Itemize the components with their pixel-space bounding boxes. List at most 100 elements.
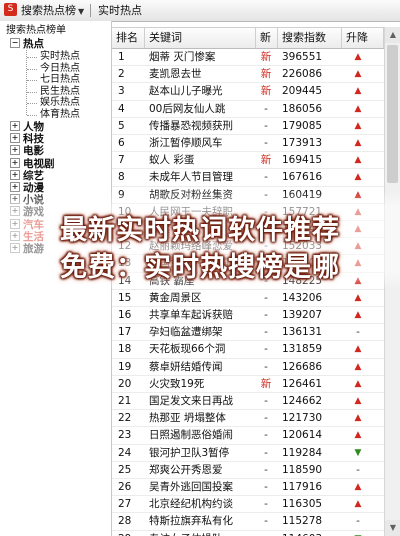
- rank-cell: 8: [118, 171, 125, 184]
- tree-item-hot-6[interactable]: 体育热点: [40, 109, 80, 121]
- table-row[interactable]: 28 特斯拉旗弃私有化 - 115278 -: [112, 513, 400, 531]
- keyword-cell: 共享单车起诉获赔: [149, 309, 233, 321]
- tree-category-4[interactable]: + 电视剧: [10, 157, 55, 170]
- table-row[interactable]: 26 吴青外逃回国投案 - 117916 ▲: [112, 479, 400, 497]
- trend-up-icon: ▲: [354, 396, 362, 406]
- keyword-cell: 北京经纪机构约谈: [149, 498, 233, 511]
- expand-icon[interactable]: +: [10, 121, 20, 131]
- tree-item-hot-1[interactable]: 实时热点: [40, 51, 80, 63]
- table-row[interactable]: 23 日照遏制恶俗婚闹 - 120614 ▲: [112, 427, 400, 445]
- collapse-icon[interactable]: −: [10, 38, 20, 48]
- table-row[interactable]: 19 蔡卓妍结婚传闻 - 126686 ▲: [112, 359, 400, 376]
- tree-group-hot[interactable]: − 热点: [10, 38, 44, 50]
- tree-connector: [27, 114, 37, 116]
- header-rank[interactable]: 排名: [112, 28, 145, 48]
- tree-category-1[interactable]: + 人物: [10, 121, 44, 133]
- search-index-cell: 173913: [282, 137, 323, 149]
- expand-icon[interactable]: +: [10, 169, 20, 180]
- tree-root[interactable]: 搜索热点榜单: [6, 25, 66, 37]
- header-new[interactable]: 新: [256, 28, 278, 48]
- table-row[interactable]: 6 浙江暂停顺风车 - 173913 ▲: [112, 135, 400, 153]
- table-row[interactable]: 27 北京经纪机构约谈 - 116305 ▲: [112, 496, 400, 514]
- trend-flat-icon: -: [356, 326, 360, 339]
- search-index-cell: 115278: [282, 515, 323, 528]
- trend-flat-icon: -: [356, 463, 360, 476]
- table-row[interactable]: 18 天花板现66个洞 - 131859 ▲: [112, 341, 400, 359]
- tree-group-hot-label: 热点: [23, 38, 44, 50]
- header-trend[interactable]: 升降: [342, 28, 384, 48]
- search-index-cell: 120614: [282, 429, 323, 442]
- expand-icon[interactable]: +: [10, 145, 20, 156]
- expand-icon[interactable]: +: [10, 157, 20, 168]
- rank-cell: 15: [118, 291, 132, 304]
- table-row[interactable]: 17 孕妇临盆遭绑架 - 136131 -: [112, 324, 400, 342]
- tab-realtime-hot[interactable]: 实时热点: [98, 3, 142, 18]
- new-badge: -: [264, 463, 268, 476]
- header-search-index[interactable]: 搜索指数: [278, 28, 342, 48]
- rank-cell: 6: [118, 137, 125, 149]
- new-badge: -: [264, 102, 268, 115]
- keyword-cell: 日照遏制恶俗婚闹: [149, 429, 233, 442]
- board-selector-dropdown[interactable]: 搜索热点榜 ▼: [21, 3, 84, 18]
- table-row[interactable]: 20 火灾致19死 新 126461 ▲: [112, 376, 400, 393]
- expand-icon[interactable]: +: [10, 133, 20, 144]
- table-row[interactable]: 29 专访女子体操队- 114603 ▼: [112, 531, 400, 536]
- keyword-cell: 吴青外逃回国投案: [149, 481, 233, 493]
- table-row[interactable]: 4 00后网友仙人跳 - 186056 ▲: [112, 101, 400, 118]
- new-badge: -: [264, 395, 268, 407]
- scroll-down-icon[interactable]: ▼: [385, 520, 400, 536]
- new-badge: -: [264, 137, 268, 149]
- tree-category-label: 科技: [23, 133, 44, 146]
- scrollbar-thumb[interactable]: [387, 45, 398, 183]
- trend-up-icon: ▲: [354, 138, 362, 148]
- trend-up-icon: ▲: [354, 52, 362, 62]
- tree-category-3[interactable]: + 电影: [10, 145, 44, 157]
- table-row[interactable]: 16 共享单车起诉获赔 - 139207 ▲: [112, 307, 400, 325]
- table-row[interactable]: 7 蚁人 彩蛋 新 169415 ▲: [112, 152, 400, 170]
- keyword-cell: 天花板现66个洞: [149, 343, 226, 356]
- scroll-up-icon[interactable]: ▲: [385, 27, 400, 43]
- rank-cell: 29: [118, 531, 144, 536]
- table-row[interactable]: 2 麦凯恩去世 新 226086 ▲: [112, 66, 400, 84]
- keyword-cell: 传播暴恐视频获刑: [149, 119, 233, 132]
- tree-item-hot-2[interactable]: 今日热点: [40, 63, 80, 75]
- keyword-cell: 专访女子体操队: [149, 531, 257, 536]
- toolbar: S 搜索热点榜 ▼ 实时热点: [0, 0, 400, 22]
- table-row[interactable]: 1 烟蒂 灭门惨案 新 396551 ▲: [112, 49, 400, 67]
- keyword-cell: 未成年人节目管理: [149, 171, 233, 184]
- trend-up-icon: ▲: [354, 155, 362, 166]
- table-row[interactable]: 8 未成年人节目管理 - 167616 ▲: [112, 169, 400, 187]
- new-badge: -: [264, 326, 268, 339]
- table-row[interactable]: 24 银河护卫队3暂停 - 119284 ▼: [112, 445, 400, 462]
- new-badge: -: [258, 531, 274, 536]
- tree-category-5[interactable]: + 综艺: [10, 169, 44, 182]
- search-index-cell: 139207: [282, 309, 323, 321]
- trend-up-icon: ▲: [354, 103, 362, 114]
- rank-cell: 4: [118, 102, 125, 115]
- tree-category-2[interactable]: + 科技: [10, 133, 44, 145]
- trend-up-icon: ▲: [354, 413, 362, 424]
- tree-item-hot-5[interactable]: 娱乐热点: [40, 97, 80, 109]
- tree-item-hot-3[interactable]: 七日热点: [40, 74, 80, 86]
- rank-cell: 21: [118, 395, 132, 407]
- table-row[interactable]: 3 赵本山儿子曝光 新 209445 ▲: [112, 83, 400, 101]
- table-row[interactable]: 25 郑爽公开秀恩爱 - 118590 -: [112, 462, 400, 479]
- header-keyword[interactable]: 关键词: [145, 28, 256, 48]
- table-row[interactable]: 5 传播暴恐视频获刑 - 179085 ▲: [112, 118, 400, 135]
- search-index-cell: 169415: [282, 154, 323, 167]
- trend-up-icon: ▲: [354, 69, 362, 80]
- trend-up-icon: ▲: [354, 344, 362, 355]
- new-badge: -: [264, 309, 268, 321]
- search-index-cell: 126461: [282, 377, 323, 390]
- keyword-cell: 孕妇临盆遭绑架: [149, 326, 223, 339]
- rank-cell: 18: [118, 343, 132, 356]
- trend-up-icon: ▲: [354, 430, 362, 441]
- table-row[interactable]: 22 热那亚 坍塌整体 - 121730 ▲: [112, 410, 400, 428]
- tree-item-hot-4[interactable]: 民生热点: [40, 86, 80, 98]
- table-row[interactable]: 21 国足发文来日再战 - 124662 ▲: [112, 393, 400, 411]
- search-index-cell: 136131: [282, 326, 323, 339]
- search-index-cell: 226086: [282, 68, 323, 81]
- new-badge: 新: [260, 68, 272, 81]
- table-row[interactable]: 15 黄金周景区 - 143206 ▲: [112, 290, 400, 307]
- search-index-cell: 116305: [282, 498, 323, 511]
